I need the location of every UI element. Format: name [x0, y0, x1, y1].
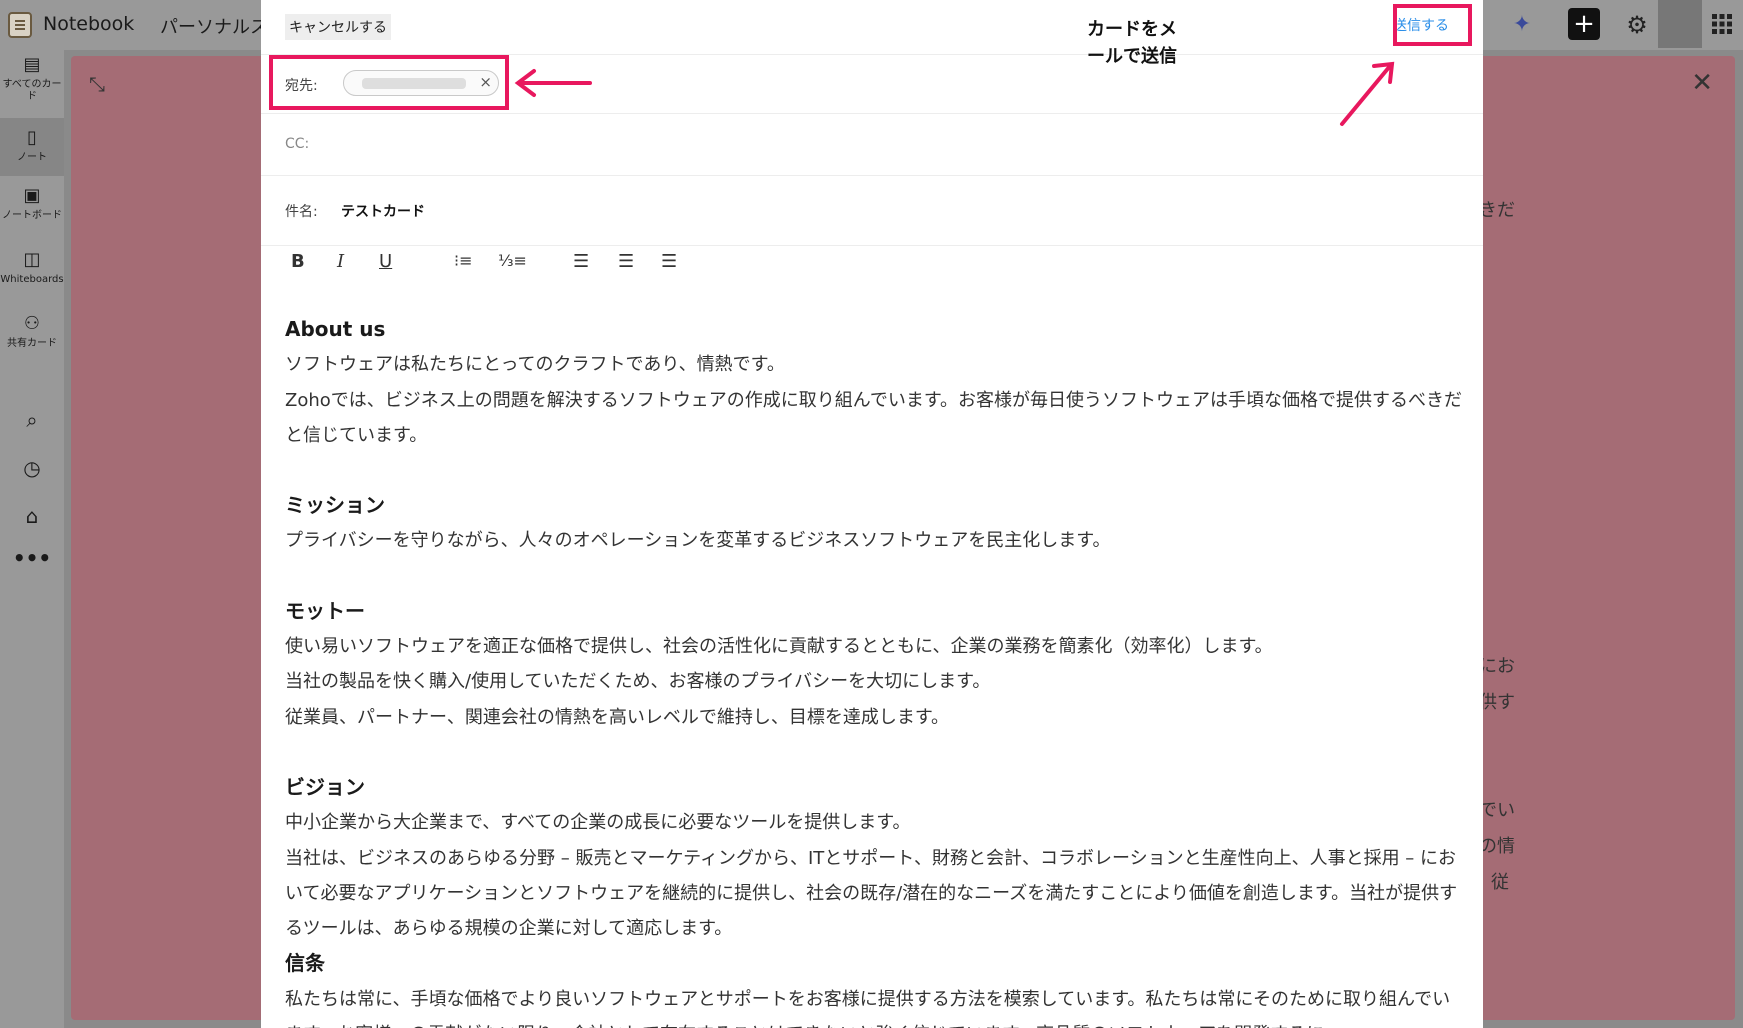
- arrow-to-send: [1340, 64, 1392, 126]
- annotation-arrows: [514, 61, 1395, 126]
